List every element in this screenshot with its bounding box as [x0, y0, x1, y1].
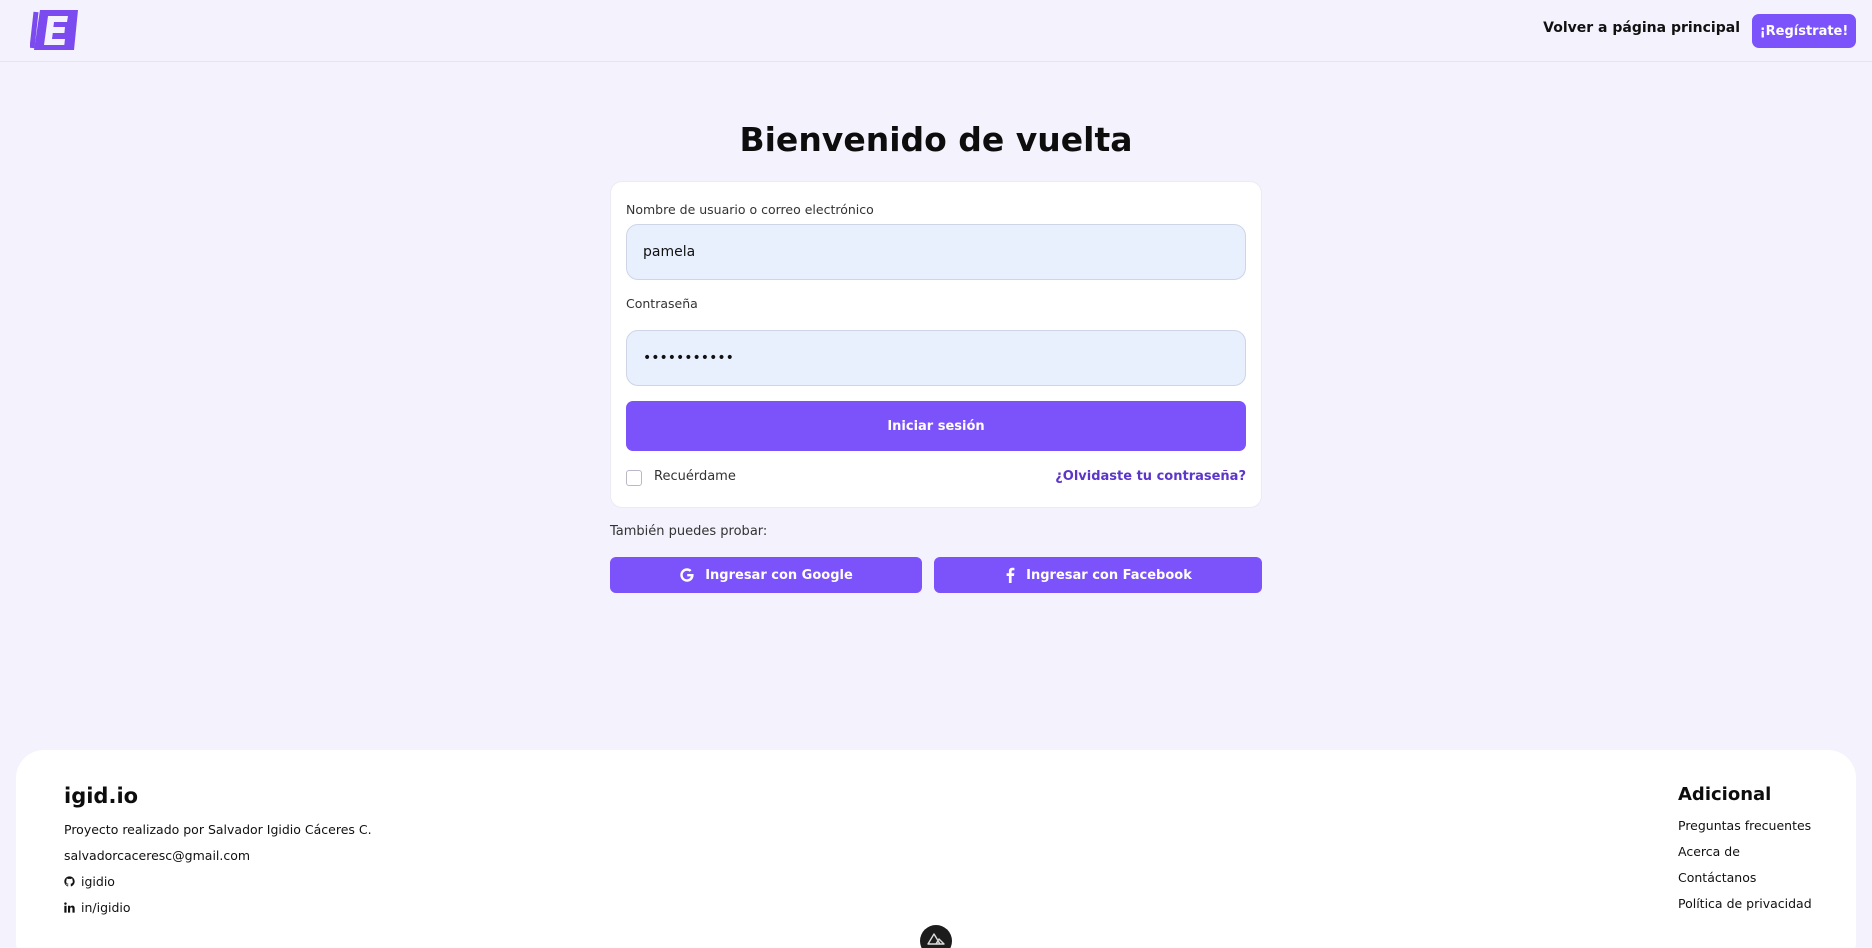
google-login-label: Ingresar con Google	[705, 567, 853, 583]
footer-description: Proyecto realizado por Salvador Igidio C…	[64, 822, 372, 837]
page-title: Bienvenido de vuelta	[739, 120, 1133, 159]
remember-checkbox[interactable]	[626, 470, 642, 486]
forgot-password-link[interactable]: ¿Olvidaste tu contraseña?	[1055, 469, 1246, 484]
home-link[interactable]: Volver a página principal	[1540, 20, 1740, 36]
facebook-login-button[interactable]: Ingresar con Facebook	[934, 557, 1262, 593]
password-value: •••••••••••	[643, 350, 734, 366]
linkedin-icon	[64, 902, 75, 913]
login-card: Nombre de usuario o correo electrónico p…	[610, 181, 1262, 508]
footer-link-faq[interactable]: Preguntas frecuentes	[1678, 818, 1811, 833]
footer-linkedin[interactable]: in/igidio	[64, 900, 131, 915]
footer-link-about[interactable]: Acerca de	[1678, 844, 1740, 859]
top-header: Volver a página principal ¡Regístrate!	[0, 0, 1872, 62]
nuxt-logo-icon	[927, 933, 945, 945]
footer-github[interactable]: igidio	[64, 874, 115, 889]
footer-linkedin-text: in/igidio	[81, 900, 131, 915]
footer-link-contact[interactable]: Contáctanos	[1678, 870, 1756, 885]
footer-description-text: Proyecto realizado por Salvador Igidio C…	[64, 822, 372, 837]
facebook-login-label: Ingresar con Facebook	[1026, 567, 1192, 583]
login-button[interactable]: Iniciar sesión	[626, 401, 1246, 451]
footer: igid.io Proyecto realizado por Salvador …	[16, 750, 1856, 948]
footer-link-privacy[interactable]: Política de privacidad	[1678, 896, 1812, 911]
footer-github-text: igidio	[81, 874, 115, 889]
footer-email[interactable]: salvadorcaceresc@gmail.com	[64, 848, 250, 863]
logo-e-icon[interactable]	[30, 8, 82, 52]
google-icon	[680, 568, 694, 582]
facebook-icon	[1006, 567, 1015, 583]
register-button[interactable]: ¡Regístrate!	[1752, 14, 1856, 48]
username-input[interactable]: pamela	[626, 224, 1246, 280]
username-value: pamela	[643, 244, 696, 260]
username-label: Nombre de usuario o correo electrónico	[626, 202, 874, 217]
remember-label[interactable]: Recuérdame	[654, 469, 736, 484]
google-login-button[interactable]: Ingresar con Google	[610, 557, 922, 593]
footer-email-text: salvadorcaceresc@gmail.com	[64, 848, 251, 863]
alternative-login-label: También puedes probar:	[610, 524, 768, 539]
password-label: Contraseña	[626, 296, 698, 311]
footer-additional-title: Adicional	[1678, 784, 1772, 805]
footer-brand: igid.io	[64, 784, 139, 808]
password-input[interactable]: •••••••••••	[626, 330, 1246, 386]
github-icon	[64, 876, 75, 887]
